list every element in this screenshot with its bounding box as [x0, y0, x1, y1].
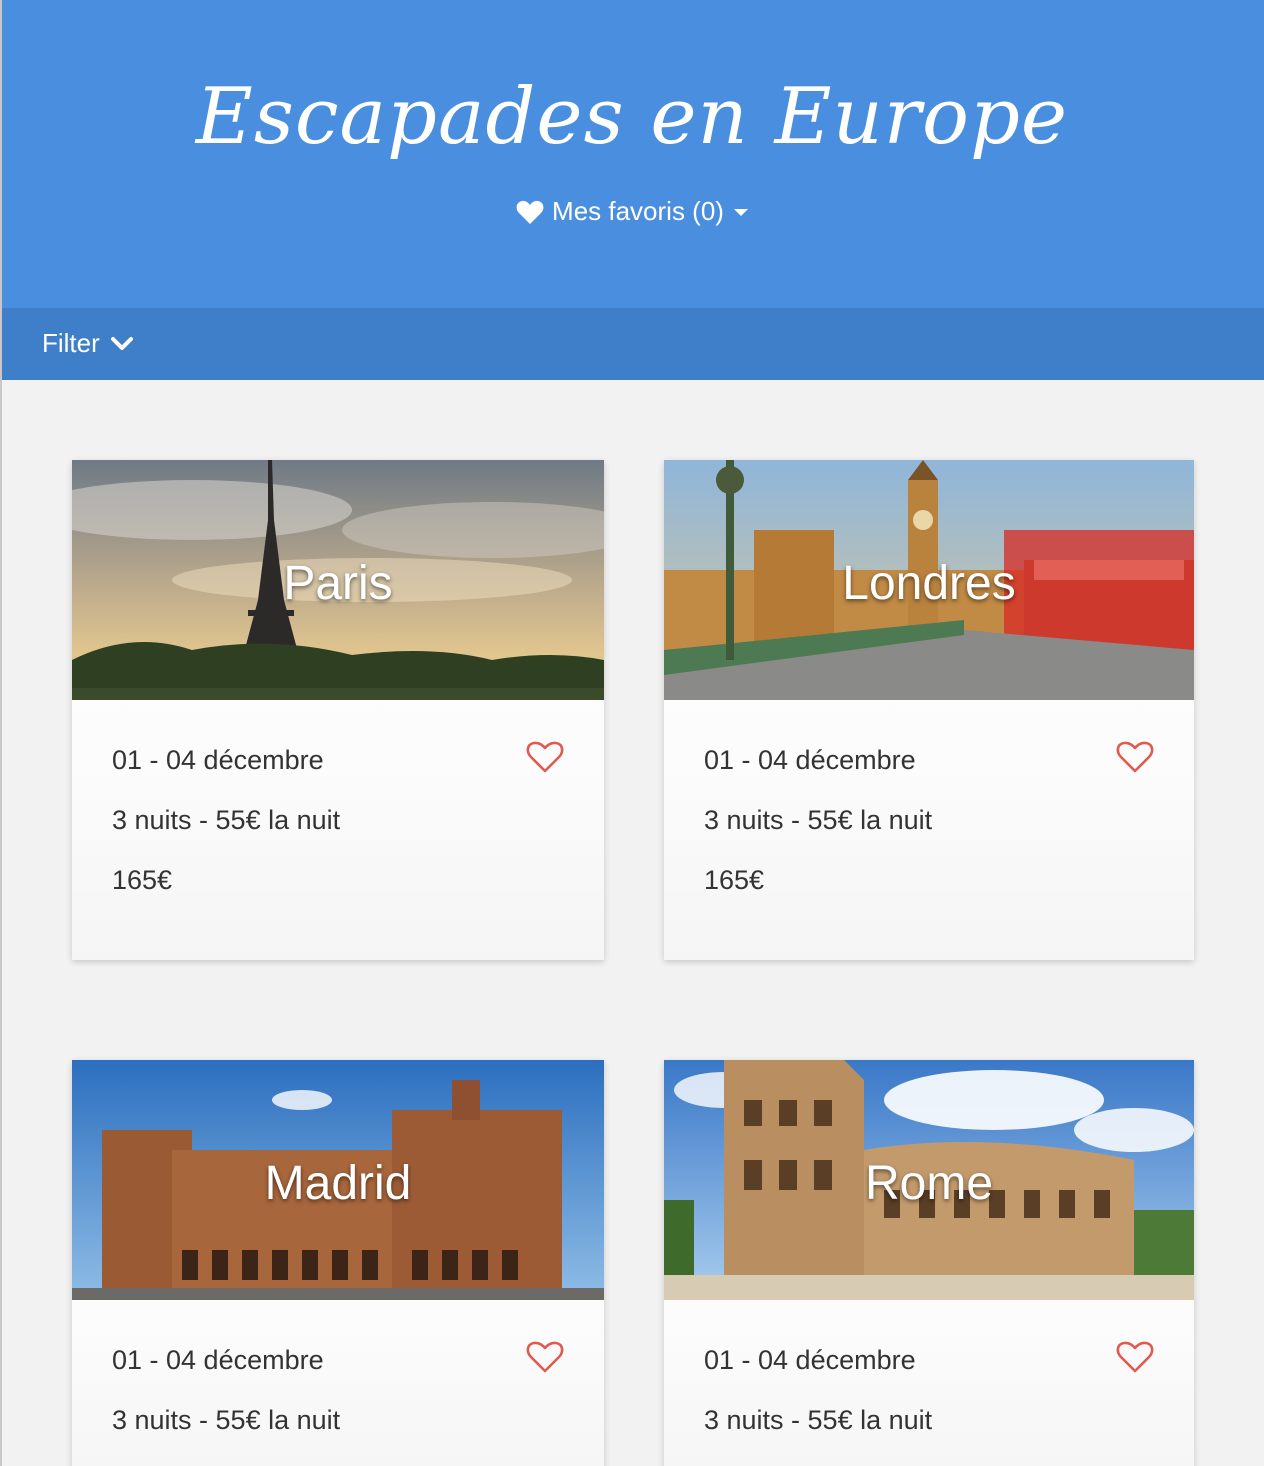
trip-dates: 01 - 04 décembre [704, 745, 916, 775]
filter-bar: Filter [0, 308, 1264, 380]
city-name: Rome [864, 1157, 994, 1210]
card-image-londres: Londres [664, 460, 1194, 700]
page: Escapades en Europe Mes favoris (0) Filt… [0, 0, 1264, 1466]
card-image-paris: Paris [72, 460, 604, 700]
trip-card-madrid[interactable]: Madrid 01 - 04 décembre 3 nuits - 55€ la… [72, 1060, 604, 1466]
caret-down-icon [733, 208, 748, 216]
card-image-madrid: Madrid [72, 1060, 604, 1300]
trip-nights: 3 nuits - 55€ la nuit [112, 805, 341, 835]
card-body: 01 - 04 décembre 3 nuits - 55€ la nuit [72, 1300, 604, 1460]
header: Escapades en Europe Mes favoris (0) [0, 0, 1264, 308]
city-name: Madrid [264, 1157, 412, 1210]
favorites-label: Mes favoris (0) [552, 196, 724, 226]
card-image-rome: Rome [664, 1060, 1194, 1300]
card-body: 01 - 04 décembre 3 nuits - 55€ la nuit 1… [664, 700, 1194, 920]
trip-dates: 01 - 04 décembre [112, 1345, 324, 1375]
trip-card-londres[interactable]: Londres 01 - 04 décembre 3 nuits - 55€ l… [664, 460, 1194, 960]
window-edge [0, 0, 2, 1466]
filter-label: Filter [42, 328, 100, 358]
card-body: 01 - 04 décembre 3 nuits - 55€ la nuit [664, 1300, 1194, 1460]
trip-price: 165€ [704, 865, 765, 895]
chevron-down-icon [110, 336, 133, 350]
heart-outline-icon[interactable] [1116, 740, 1154, 774]
site-title: Escapades en Europe [195, 72, 1069, 162]
heart-icon [516, 200, 544, 224]
trip-nights: 3 nuits - 55€ la nuit [704, 805, 933, 835]
city-name: Londres [842, 557, 1016, 610]
trip-nights: 3 nuits - 55€ la nuit [704, 1405, 933, 1435]
card-body: 01 - 04 décembre 3 nuits - 55€ la nuit 1… [72, 700, 604, 920]
favorites-dropdown[interactable]: Mes favoris (0) [0, 196, 1264, 227]
trip-nights: 3 nuits - 55€ la nuit [112, 1405, 341, 1435]
heart-outline-icon[interactable] [526, 740, 564, 774]
heart-outline-icon[interactable] [526, 1340, 564, 1374]
trip-dates: 01 - 04 décembre [704, 1345, 916, 1375]
trip-card-rome[interactable]: Rome 01 - 04 décembre 3 nuits - 55€ la n… [664, 1060, 1194, 1466]
city-name: Paris [283, 557, 393, 610]
filter-toggle[interactable]: Filter [42, 328, 134, 359]
trip-dates: 01 - 04 décembre [112, 745, 324, 775]
trip-card-paris[interactable]: Paris 01 - 04 décembre 3 nuits - 55€ la … [72, 460, 604, 960]
trip-price: 165€ [112, 865, 173, 895]
heart-outline-icon[interactable] [1116, 1340, 1154, 1374]
